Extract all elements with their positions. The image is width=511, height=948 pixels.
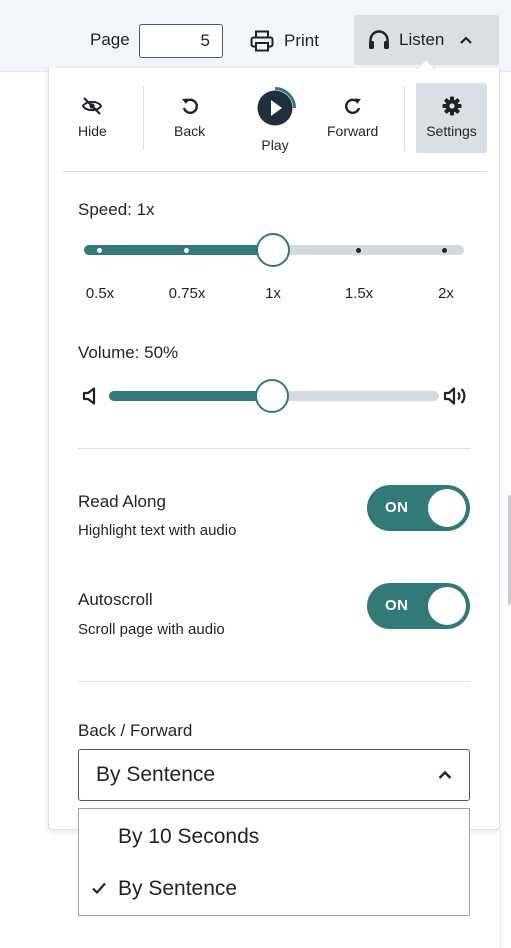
hide-label: Hide bbox=[78, 123, 107, 139]
speed-step-dot bbox=[356, 248, 361, 253]
print-button[interactable]: Print bbox=[250, 24, 319, 58]
speed-slider-thumb[interactable] bbox=[256, 233, 290, 267]
volume-slider-thumb[interactable] bbox=[255, 379, 289, 413]
play-label: Play bbox=[261, 137, 289, 153]
toggle-knob bbox=[428, 489, 466, 527]
forward-label: Forward bbox=[327, 123, 379, 139]
listen-button[interactable]: Listen bbox=[354, 15, 499, 65]
page-label: Page bbox=[90, 30, 130, 49]
play-icon bbox=[257, 87, 296, 126]
autoscroll-subtitle: Scroll page with audio bbox=[78, 621, 225, 638]
back-forward-select[interactable]: By Sentence bbox=[78, 749, 470, 801]
read-along-state: ON bbox=[385, 499, 409, 516]
eye-slash-icon bbox=[82, 97, 103, 115]
divider bbox=[404, 86, 405, 150]
reader-toolbar: Page Print Listen bbox=[0, 0, 511, 72]
autoscroll-state: ON bbox=[385, 597, 409, 614]
print-label: Print bbox=[284, 31, 319, 50]
hide-button[interactable]: Hide bbox=[78, 96, 107, 139]
volume-label: Volume: 50% bbox=[78, 343, 179, 362]
speed-tick: 2x bbox=[438, 285, 454, 302]
speed-step-dot bbox=[184, 248, 189, 253]
page-number-input[interactable] bbox=[139, 24, 223, 58]
speed-tick: 0.5x bbox=[85, 285, 115, 302]
play-button[interactable]: Play bbox=[253, 86, 297, 153]
settings-label: Settings bbox=[426, 123, 477, 139]
speed-tick: 1.5x bbox=[344, 285, 374, 302]
divider bbox=[78, 681, 470, 682]
speed-slider-fill bbox=[84, 245, 274, 255]
speed-label: Speed: 1x bbox=[78, 200, 155, 219]
read-along-toggle[interactable]: ON bbox=[367, 485, 470, 531]
read-along-subtitle: Highlight text with audio bbox=[78, 522, 237, 539]
rotate-back-icon bbox=[181, 98, 198, 114]
divider bbox=[143, 86, 144, 150]
gear-icon bbox=[442, 96, 461, 116]
rotate-forward-icon bbox=[344, 98, 361, 114]
back-label: Back bbox=[174, 123, 206, 139]
check-icon bbox=[92, 882, 106, 895]
settings-button[interactable]: Settings bbox=[416, 83, 487, 153]
option-label: By Sentence bbox=[118, 877, 238, 900]
listen-settings-panel bbox=[48, 68, 500, 830]
option-by-10-seconds[interactable]: By 10 Seconds bbox=[79, 811, 469, 863]
divider bbox=[62, 171, 487, 172]
back-forward-selected-value: By Sentence bbox=[96, 763, 216, 786]
speed-step-dot bbox=[442, 248, 447, 253]
speed-tick: 1x bbox=[265, 285, 281, 302]
chevron-up-icon bbox=[438, 770, 452, 779]
autoscroll-title: Autoscroll bbox=[78, 590, 153, 609]
speaker-low-icon[interactable] bbox=[82, 386, 100, 406]
option-by-sentence[interactable]: By Sentence bbox=[79, 863, 469, 915]
back-forward-options-list: By 10 Seconds By Sentence bbox=[78, 808, 470, 916]
toggle-knob bbox=[428, 587, 466, 625]
divider bbox=[78, 448, 470, 449]
volume-slider-fill bbox=[109, 391, 271, 401]
speaker-high-icon[interactable] bbox=[443, 385, 469, 407]
listen-label: Listen bbox=[399, 30, 445, 49]
back-forward-label: Back / Forward bbox=[78, 721, 193, 740]
back-button[interactable]: Back bbox=[174, 96, 205, 139]
autoscroll-toggle[interactable]: ON bbox=[367, 583, 470, 629]
speed-step-dot bbox=[97, 248, 102, 253]
forward-button[interactable]: Forward bbox=[327, 96, 378, 139]
printer-icon bbox=[250, 30, 274, 52]
headphones-icon bbox=[369, 30, 389, 49]
content-edge bbox=[500, 830, 501, 948]
speed-tick: 0.75x bbox=[168, 285, 206, 302]
read-along-title: Read Along bbox=[78, 492, 166, 511]
chevron-up-icon bbox=[460, 36, 473, 44]
option-label: By 10 Seconds bbox=[118, 825, 260, 848]
